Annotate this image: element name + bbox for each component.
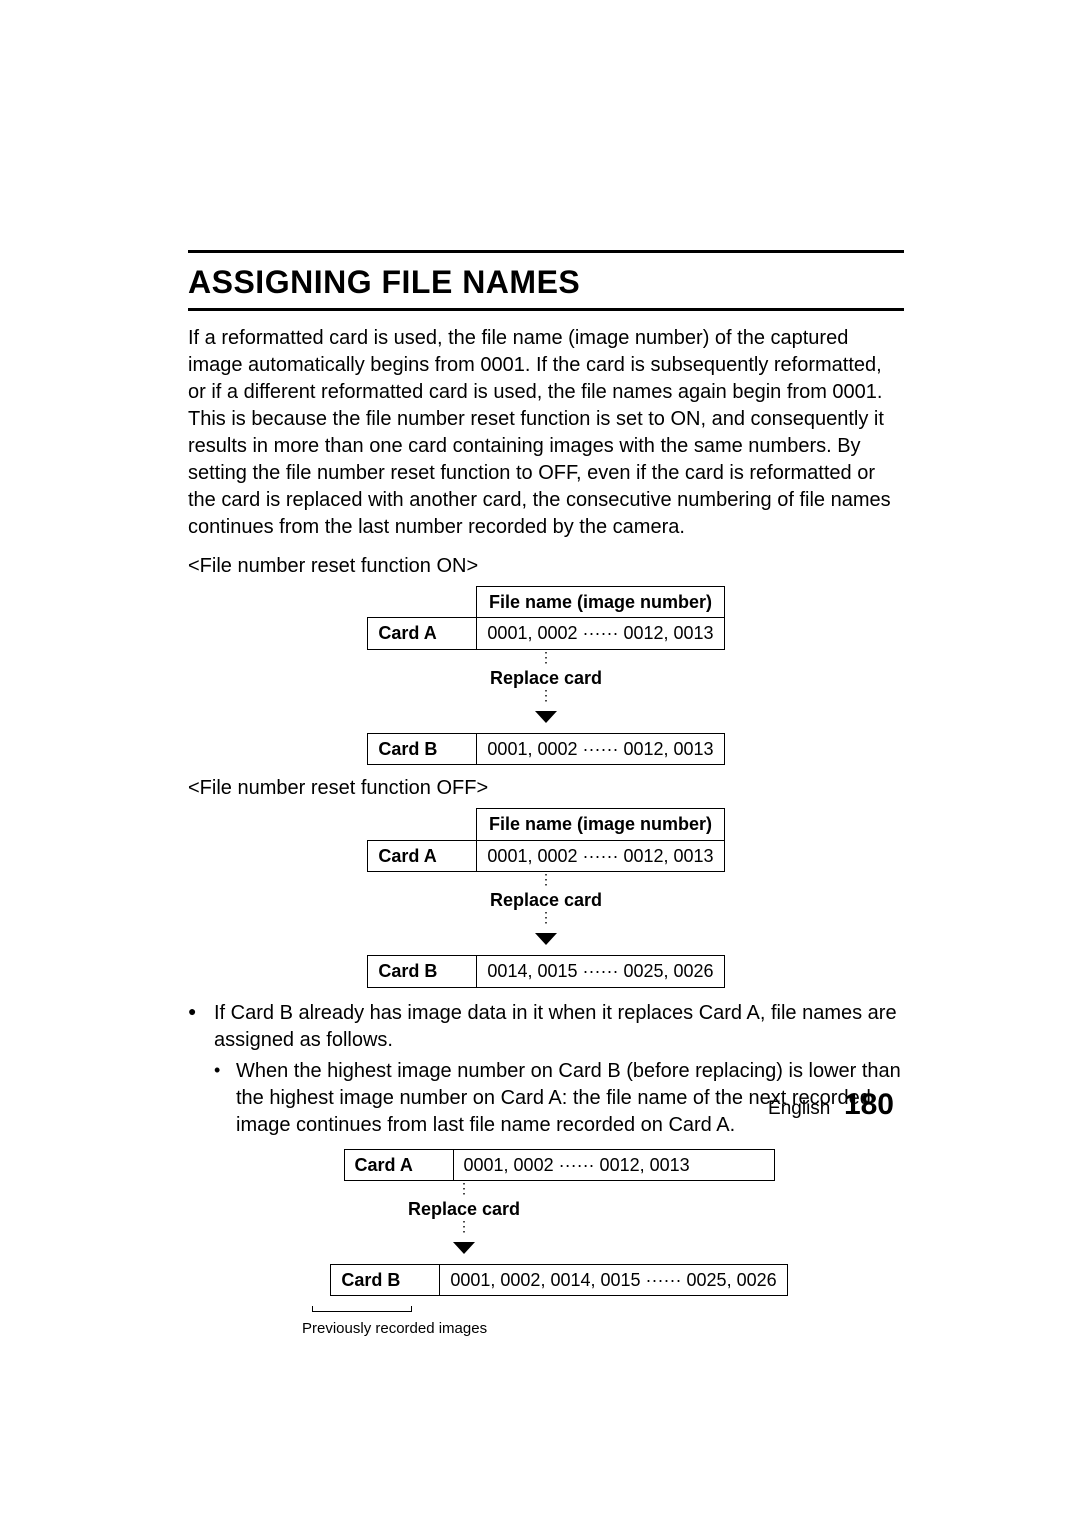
table-off-b: Card B 0014, 0015 ······ 0025, 0026: [367, 955, 724, 987]
card-a-label: Card A: [344, 1149, 453, 1180]
replace-block-on: ⋮ Replace card ⋮: [230, 652, 862, 731]
table-example-b: Card B 0001, 0002, 0014, 0015 ······ 002…: [330, 1264, 787, 1296]
intro-paragraph: If a reformatted card is used, the file …: [188, 325, 904, 541]
bullet-main-text: If Card B already has image data in it w…: [214, 1002, 897, 1051]
document-page: ASSIGNING FILE NAMES If a reformatted ca…: [0, 0, 1080, 1529]
down-arrow-icon: [453, 1242, 475, 1254]
dots-icon: ⋮: [230, 652, 862, 666]
dots-icon: ⋮: [230, 912, 862, 926]
table-on-card-b-values: 0001, 0002 ······ 0012, 0013: [477, 734, 724, 765]
table-header: File name (image number): [477, 587, 724, 618]
table-ex-prev-values: 0001, 0002,: [450, 1270, 545, 1290]
table-on: File name (image number) Card A 0001, 00…: [367, 586, 724, 650]
table-off: File name (image number) Card A 0001, 00…: [367, 808, 724, 872]
section-label-off: <File number reset function OFF>: [188, 775, 904, 802]
prev-recorded-note: Previously recorded images: [312, 1298, 904, 1339]
down-arrow-icon: [535, 711, 557, 723]
table-example-wrap: Card A 0001, 0002 ······ 0012, 0013 ⋮ Re…: [214, 1149, 904, 1339]
table-on-card-a-values: 0001, 0002 ······ 0012, 0013: [477, 618, 724, 649]
card-b-label: Card B: [368, 956, 477, 987]
section-label-on: <File number reset function ON>: [188, 553, 904, 580]
prev-recorded-label: Previously recorded images: [302, 1319, 487, 1339]
replace-block-ex: ⋮ Replace card ⋮: [274, 1183, 654, 1262]
dots-icon: ⋮: [274, 1183, 654, 1197]
table-off-card-b-values: 0014, 0015 ······ 0025, 0026: [477, 956, 724, 987]
title-block: ASSIGNING FILE NAMES: [188, 250, 904, 311]
table-ex-card-a-values: 0001, 0002 ······ 0012, 0013: [453, 1149, 774, 1180]
page-title: ASSIGNING FILE NAMES: [188, 261, 904, 304]
card-b-label: Card B: [331, 1265, 440, 1296]
dots-icon: ⋮: [230, 874, 862, 888]
table-off-wrap: File name (image number) Card A 0001, 00…: [230, 808, 862, 987]
dots-icon: ⋮: [274, 1221, 654, 1235]
table-on-wrap: File name (image number) Card A 0001, 00…: [230, 586, 862, 765]
table-example-a: Card A 0001, 0002 ······ 0012, 0013: [344, 1149, 775, 1181]
card-a-label: Card A: [368, 840, 477, 871]
replace-block-off: ⋮ Replace card ⋮: [230, 874, 862, 953]
table-ex-new-values: 0014, 0015 ······ 0025, 0026: [550, 1270, 776, 1290]
table-header: File name (image number): [477, 809, 724, 840]
table-ex-card-b-values: 0001, 0002, 0014, 0015 ······ 0025, 0026: [440, 1265, 787, 1296]
footer-page-number: 180: [844, 1088, 894, 1121]
table-on-b: Card B 0001, 0002 ······ 0012, 0013: [367, 733, 724, 765]
card-a-label: Card A: [368, 618, 477, 649]
card-b-label: Card B: [368, 734, 477, 765]
page-footer: English 180: [768, 1085, 894, 1126]
table-off-card-a-values: 0001, 0002 ······ 0012, 0013: [477, 840, 724, 871]
down-arrow-icon: [535, 933, 557, 945]
dots-icon: ⋮: [230, 690, 862, 704]
footer-language: English: [768, 1098, 830, 1119]
